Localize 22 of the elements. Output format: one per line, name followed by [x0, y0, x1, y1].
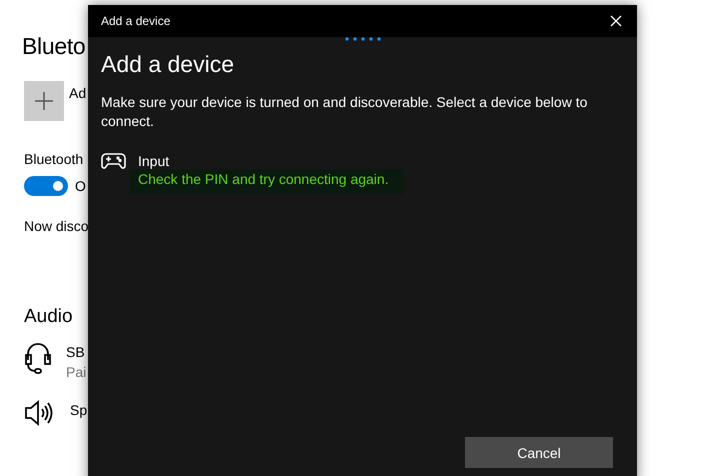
status-text: Now disco [24, 218, 88, 234]
progress-dots-icon [344, 37, 380, 41]
add-label: Ad [69, 85, 86, 101]
plus-icon [35, 92, 53, 110]
gamepad-icon [101, 153, 126, 169]
close-button[interactable] [608, 13, 624, 29]
window-title: Add a device [101, 14, 170, 28]
cancel-button[interactable]: Cancel [465, 437, 613, 468]
device-name: Input [138, 153, 170, 169]
toggle-label: O [75, 178, 86, 194]
dialog-heading: Add a device [101, 51, 235, 78]
page-title: Blueto [22, 32, 86, 61]
error-message: Check the PIN and try connecting again. [129, 169, 404, 194]
bluetooth-label: Bluetooth [24, 151, 84, 167]
bluetooth-toggle[interactable] [24, 176, 68, 196]
headset-icon [24, 340, 52, 374]
section-heading: Audio [24, 306, 74, 328]
dialog-description: Make sure your device is turned on and discoverable. Select a device below to connect. [101, 93, 588, 131]
device-status: Pai [66, 364, 86, 380]
add-tile[interactable] [24, 81, 64, 121]
device-name: SB [66, 344, 86, 360]
device-name: Sp [70, 402, 88, 418]
